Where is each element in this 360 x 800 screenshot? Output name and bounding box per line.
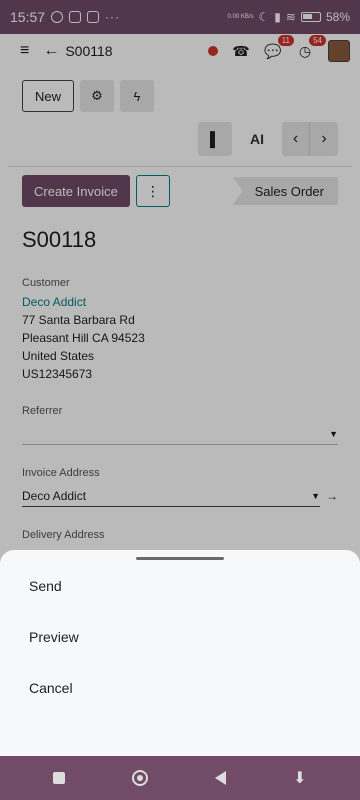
cancel-option[interactable]: Cancel <box>0 662 360 713</box>
accessibility-icon[interactable]: ⬇ <box>293 768 306 788</box>
action-bottom-sheet: Send Preview Cancel <box>0 550 360 756</box>
back-icon[interactable] <box>215 771 227 785</box>
send-option[interactable]: Send <box>0 560 360 611</box>
home-icon[interactable] <box>132 770 149 786</box>
recents-icon[interactable] <box>53 772 66 784</box>
system-nav-bar: ⬇ <box>0 756 360 800</box>
preview-option[interactable]: Preview <box>0 611 360 662</box>
